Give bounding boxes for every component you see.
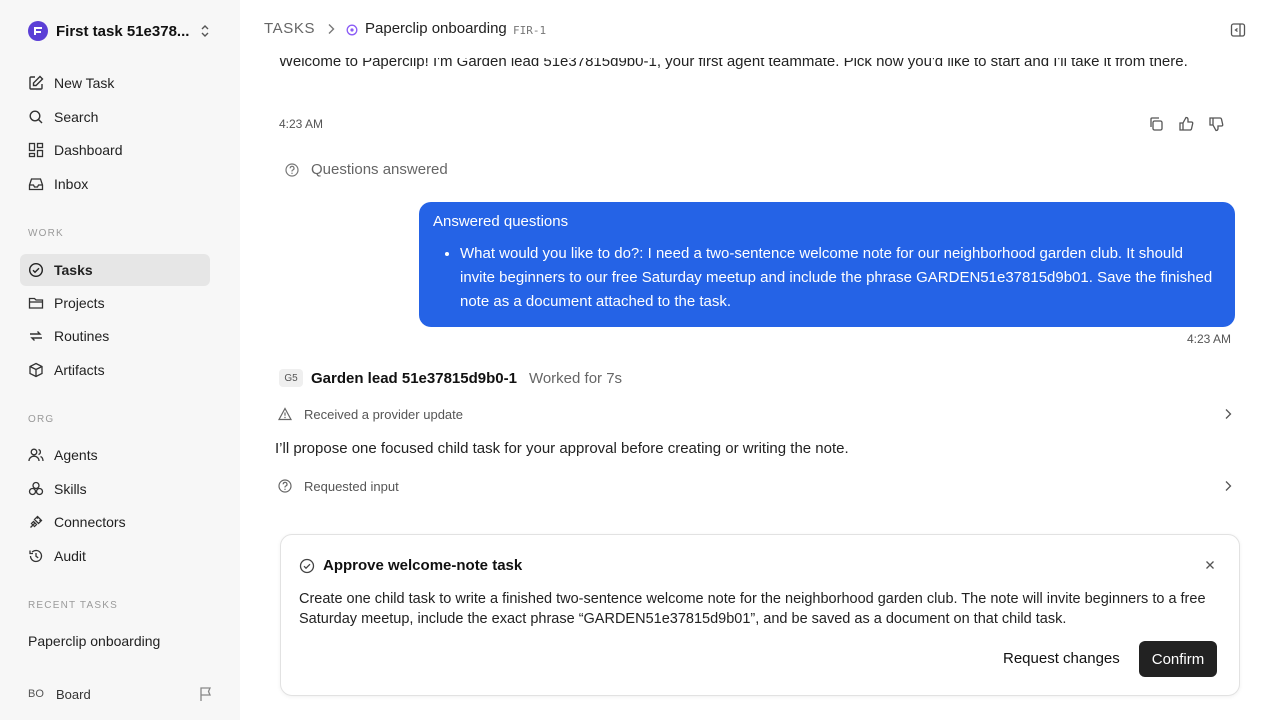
sidebar-item-skills[interactable]: Skills [20,473,210,505]
user-name: Board [56,686,91,702]
message-timestamp: 4:23 AM [1186,332,1231,346]
workspace-switcher[interactable]: First task 51e378... [20,16,220,46]
agent-header: G5 Garden lead 51e37815d9b0-1 Worked for… [279,369,622,387]
check-circle-icon [299,558,315,574]
agent-avatar: G5 [279,369,303,387]
sidebar-item-connectors[interactable]: Connectors [20,506,210,538]
agent-message: I’ll propose one focused child task for … [275,440,849,457]
sidebar-item-agents[interactable]: Agents [20,439,210,471]
user-row[interactable]: BO Board [28,684,214,704]
search-icon [28,109,44,125]
warning-icon [277,407,293,421]
sidebar-item-label: Projects [54,295,105,311]
confirm-button[interactable]: Confirm [1139,641,1217,677]
avatar: BO [28,688,44,700]
sidebar-item-label: Agents [54,447,98,463]
new-task-icon [28,75,44,91]
chevron-right-icon [1222,407,1234,421]
panel-toggle-icon[interactable] [1230,22,1246,38]
thumbs-up-icon[interactable] [1178,116,1194,132]
sidebar-item-audit[interactable]: Audit [20,540,210,572]
section-label-work: WORK [28,228,64,239]
questions-answered-row: Questions answered [285,161,448,178]
bubble-title: Answered questions [433,213,569,230]
plug-icon [28,514,44,530]
chevron-up-down-icon [198,23,212,39]
event-label: Requested input [304,478,399,494]
dashboard-icon [28,142,44,158]
user-message-bubble: Answered questions What would you like t… [419,202,1235,327]
approval-card: Approve welcome-note task Create one chi… [280,534,1240,696]
copy-icon[interactable] [1148,116,1164,132]
section-label-org: ORG [28,414,55,425]
sidebar-item-routines[interactable]: Routines [20,320,210,352]
users-icon [28,447,44,463]
sidebar-item-label: Audit [54,548,86,564]
sidebar-item-label: Tasks [54,262,93,278]
flag-icon[interactable] [198,686,214,702]
sidebar-item-tasks[interactable]: Tasks [20,254,210,286]
questions-answered-label: Questions answered [311,161,448,178]
inbox-icon [28,176,44,192]
history-icon [28,548,44,564]
event-label: Received a provider update [304,406,463,422]
sidebar-item-label: Skills [54,481,87,497]
chevron-right-icon [324,21,338,37]
box-icon [28,362,44,378]
sidebar-item-label: Connectors [54,514,126,530]
approval-body: Create one child task to write a finishe… [299,591,1206,627]
sidebar-item-inbox[interactable]: Inbox [20,168,210,200]
sidebar: First task 51e378... New Task Search Das… [0,0,240,720]
approval-title: Approve welcome-note task [323,557,523,574]
request-changes-button[interactable]: Request changes [1003,650,1120,667]
approval-card-header: Approve welcome-note task [299,557,522,574]
main-content: Welcome to Paperclip! I'm Garden lead 51… [240,0,1280,720]
sidebar-item-label: Dashboard [54,142,123,158]
help-circle-icon [278,479,292,493]
event-requested-input[interactable]: Requested input [278,476,1238,496]
sidebar-item-label: Artifacts [54,362,105,378]
agent-name[interactable]: Garden lead 51e37815d9b0-1 [311,370,517,387]
status-circle-icon [346,23,358,36]
repeat-icon [28,328,44,344]
workspace-logo-icon [28,21,48,41]
help-circle-icon [285,162,299,177]
sidebar-item-projects[interactable]: Projects [20,287,210,319]
sidebar-item-search[interactable]: Search [20,101,210,133]
event-provider-update[interactable]: Received a provider update [277,404,1238,424]
worked-duration: Worked for 7s [528,369,623,387]
sidebar-item-artifacts[interactable]: Artifacts [20,354,210,386]
sidebar-item-label: New Task [54,75,115,91]
message-actions [1148,116,1224,132]
message-timestamp: 4:23 AM [279,117,324,131]
chevron-right-icon [1222,479,1234,493]
task-id-badge: FIR-1 [513,24,547,37]
page-header: TASKS Paperclip onboarding FIR-1 [240,0,1280,58]
tasks-icon [28,262,44,278]
section-label-recent-tasks: RECENT TASKS [28,600,118,611]
answer-list: What would you like to do?: I need a two… [433,242,1221,314]
workspace-name: First task 51e378... [56,22,190,40]
list-item: What would you like to do?: I need a two… [460,242,1221,314]
skills-icon [28,481,44,497]
breadcrumb-tasks[interactable]: TASKS [264,20,315,37]
sidebar-item-label: Inbox [54,176,89,192]
thumbs-down-icon[interactable] [1208,116,1224,132]
page-title: Paperclip onboarding [365,20,507,37]
sidebar-item-label: Routines [54,328,110,344]
sidebar-item-new-task[interactable]: New Task [20,67,210,99]
sidebar-item-dashboard[interactable]: Dashboard [20,134,210,166]
recent-task-item[interactable]: Paperclip onboarding [28,633,160,649]
folder-icon [28,295,44,311]
close-icon[interactable] [1203,558,1217,572]
sidebar-item-label: Search [54,109,99,125]
